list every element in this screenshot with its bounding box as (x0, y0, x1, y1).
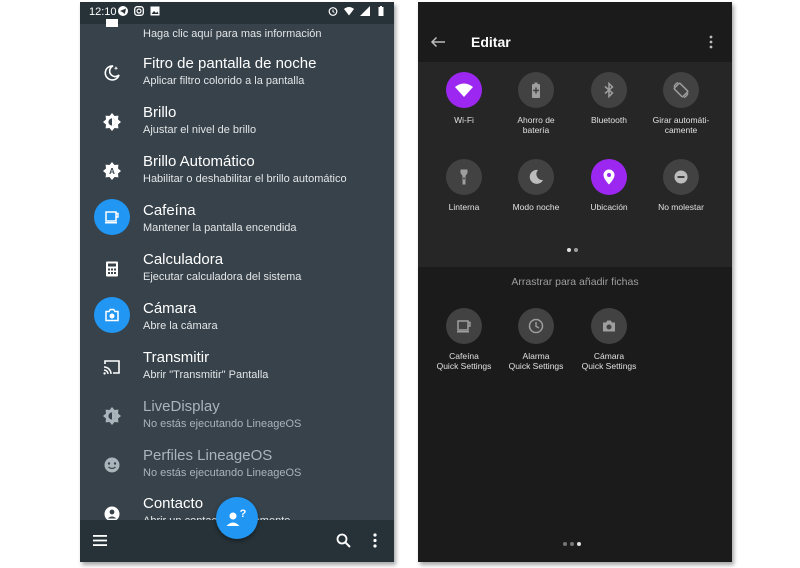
flashlight-icon (446, 159, 482, 195)
list-item-subtitle: Ajustar el nivel de brillo (143, 124, 257, 136)
list-item-caffeine[interactable]: Cafeína Mantener la pantalla encendida (80, 199, 394, 248)
available-tile-caffeine[interactable]: Cafeína Quick Settings (424, 308, 504, 371)
help-fab-button[interactable]: ? (216, 497, 258, 539)
alarm-icon (518, 308, 554, 344)
tile-wifi[interactable]: Wi-Fi (424, 72, 504, 125)
available-tile-alarm[interactable]: Alarma Quick Settings (496, 308, 576, 371)
wifi-icon (446, 72, 482, 108)
do-not-disturb-icon (663, 159, 699, 195)
brightness-icon (98, 108, 126, 136)
tile-label: Cámara Quick Settings (581, 351, 637, 371)
coffee-icon (446, 308, 482, 344)
tile-label: Ahorro de batería (517, 115, 555, 135)
nav-dot (570, 542, 574, 546)
page-title: Editar (471, 34, 511, 50)
nav-dot (563, 542, 567, 546)
tile-label: Cafeína Quick Settings (436, 351, 492, 371)
list-item-subtitle: No estás ejecutando LineageOS (143, 418, 302, 430)
list-item-subtitle: No estás ejecutando LineageOS (143, 467, 302, 479)
tile-battery-saver[interactable]: Ahorro de batería (496, 72, 576, 135)
tile-location[interactable]: Ubicación (569, 159, 649, 212)
list-item-partial[interactable]: Haga clic aquí para mas información (80, 14, 394, 42)
night-mode-icon (98, 59, 126, 87)
list-item-title: Fitro de pantalla de noche (143, 55, 317, 72)
night-mode-icon (518, 159, 554, 195)
tile-label: Bluetooth (591, 115, 627, 125)
auto-rotate-icon (663, 72, 699, 108)
coffee-icon (94, 199, 130, 235)
right-phone-screen: Editar Wi-Fi Ahorro de batería Bluetooth (418, 2, 732, 562)
list-item-livedisplay[interactable]: LiveDisplay No estás ejecutando LineageO… (80, 395, 394, 444)
active-tiles-area: Wi-Fi Ahorro de batería Bluetooth Girar … (418, 62, 732, 267)
battery-saver-icon (518, 72, 554, 108)
list-item-brightness[interactable]: Brillo Ajustar el nivel de brillo (80, 101, 394, 150)
contact-support-icon: ? (226, 508, 247, 526)
livedisplay-icon (98, 402, 126, 430)
cast-icon (98, 353, 126, 381)
available-tile-camera[interactable]: Cámara Quick Settings (569, 308, 649, 371)
list-item-subtitle: Haga clic aquí para mas información (143, 28, 322, 40)
tile-bluetooth[interactable]: Bluetooth (569, 72, 649, 125)
tile-auto-rotate[interactable]: Girar automáti- camente (641, 72, 721, 135)
tile-label: Alarma Quick Settings (508, 351, 564, 371)
tile-label: Linterna (448, 202, 480, 212)
camera-icon (591, 308, 627, 344)
tile-label: Modo noche (512, 202, 560, 212)
tile-label: Girar automáti- camente (652, 115, 710, 135)
bluetooth-icon (591, 72, 627, 108)
back-arrow-icon[interactable] (430, 36, 446, 48)
search-icon[interactable] (336, 533, 351, 548)
list-item-title: Brillo (143, 104, 177, 121)
list-item-calculator[interactable]: Calculadora Ejecutar calculadora del sis… (80, 248, 394, 297)
auto-brightness-icon: A (98, 157, 126, 185)
tile-flashlight[interactable]: Linterna (424, 159, 504, 212)
list-item-night-filter[interactable]: Fitro de pantalla de noche Aplicar filtr… (80, 52, 394, 101)
list-item-auto-brightness[interactable]: A Brillo Automático Habilitar o deshabil… (80, 150, 394, 199)
list-item-title: Cafeína (143, 202, 196, 219)
location-icon (591, 159, 627, 195)
tile-label: No molestar (658, 202, 704, 212)
page-indicator-dot-active (567, 248, 571, 252)
svg-text:A: A (109, 167, 115, 176)
list-item-title: LiveDisplay (143, 398, 220, 415)
list-item-camera[interactable]: Cámara Abre la cámara (80, 297, 394, 346)
list-item-title: Perfiles LineageOS (143, 447, 273, 464)
tile-label: Ubicación (590, 202, 628, 212)
tile-do-not-disturb[interactable]: No molestar (641, 159, 721, 212)
profiles-icon (98, 451, 126, 479)
list-item-profiles[interactable]: Perfiles LineageOS No estás ejecutando L… (80, 444, 394, 493)
page-indicator-dot (574, 248, 578, 252)
list-item-title: Contacto (143, 495, 204, 512)
drag-hint: Arrastrar para añadir fichas (511, 276, 639, 288)
list-item-subtitle: Habilitar o deshabilitar el brillo autom… (143, 173, 347, 185)
partial-item-icon (98, 16, 126, 30)
more-options-icon[interactable] (373, 533, 377, 548)
list-item-subtitle: Aplicar filtro colorido a la pantalla (143, 75, 305, 87)
calculator-icon (98, 255, 126, 283)
camera-icon (94, 297, 130, 333)
list-item-title: Calculadora (143, 251, 224, 268)
list-item-subtitle: Abrir "Transmitir" Pantalla (143, 369, 269, 381)
left-phone-screen: 12:10 Haga clic aquí para mas informació… (80, 2, 394, 562)
tile-label: Wi-Fi (454, 115, 474, 125)
list-item-title: Transmitir (143, 349, 210, 366)
list-item-subtitle: Mantener la pantalla encendida (143, 222, 297, 234)
list-item-subtitle: Ejecutar calculadora del sistema (143, 271, 302, 283)
nav-dot-active (577, 542, 581, 546)
menu-icon[interactable] (93, 535, 107, 546)
tile-night-mode[interactable]: Modo noche (496, 159, 576, 212)
more-options-icon[interactable] (709, 35, 713, 49)
svg-text:?: ? (240, 508, 247, 520)
list-item-title: Brillo Automático (143, 153, 255, 170)
list-item-cast[interactable]: Transmitir Abrir "Transmitir" Pantalla (80, 346, 394, 395)
list-item-subtitle: Abre la cámara (143, 320, 218, 332)
list-item-title: Cámara (143, 300, 197, 317)
